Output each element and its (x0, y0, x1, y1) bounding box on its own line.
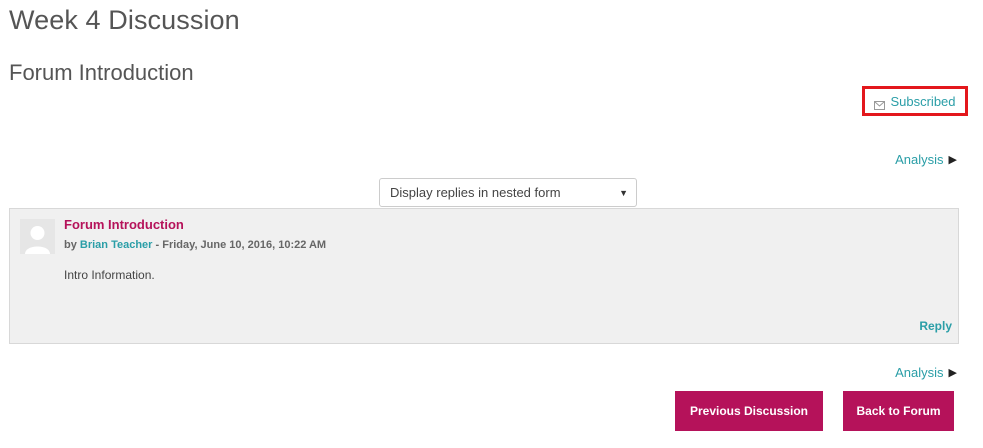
byline-prefix: by (64, 239, 77, 251)
subscribed-toggle[interactable]: Subscribed (862, 86, 968, 116)
analysis-link-top[interactable]: Analysis ▶ (895, 152, 957, 167)
post-body: Intro Information. (64, 268, 155, 282)
avatar[interactable] (20, 219, 55, 254)
reply-link[interactable]: Reply (919, 319, 952, 333)
analysis-link-bottom[interactable]: Analysis ▶ (895, 365, 957, 380)
analysis-label: Analysis (895, 152, 944, 167)
play-arrow-icon: ▶ (948, 367, 957, 379)
forum-title: Forum Introduction (9, 60, 194, 85)
envelope-icon (874, 97, 886, 110)
author-link[interactable]: Brian Teacher (80, 239, 153, 251)
forum-post: Forum Introduction by Brian Teacher - Fr… (9, 208, 959, 344)
post-date: - Friday, June 10, 2016, 10:22 AM (152, 239, 327, 251)
analysis-label: Analysis (895, 365, 944, 380)
play-arrow-icon: ▶ (948, 154, 957, 166)
post-subject: Forum Introduction (64, 217, 184, 232)
back-to-forum-button[interactable]: Back to Forum (843, 391, 954, 431)
chevron-down-icon: ▼ (619, 188, 628, 198)
previous-discussion-button[interactable]: Previous Discussion (675, 391, 823, 431)
post-byline: by Brian Teacher - Friday, June 10, 2016… (64, 239, 326, 251)
page-title: Week 4 Discussion (9, 5, 240, 35)
subscribed-label: Subscribed (890, 93, 956, 109)
display-mode-select[interactable]: Display replies in nested form ▼ (379, 178, 637, 207)
display-mode-value: Display replies in nested form (390, 185, 561, 200)
